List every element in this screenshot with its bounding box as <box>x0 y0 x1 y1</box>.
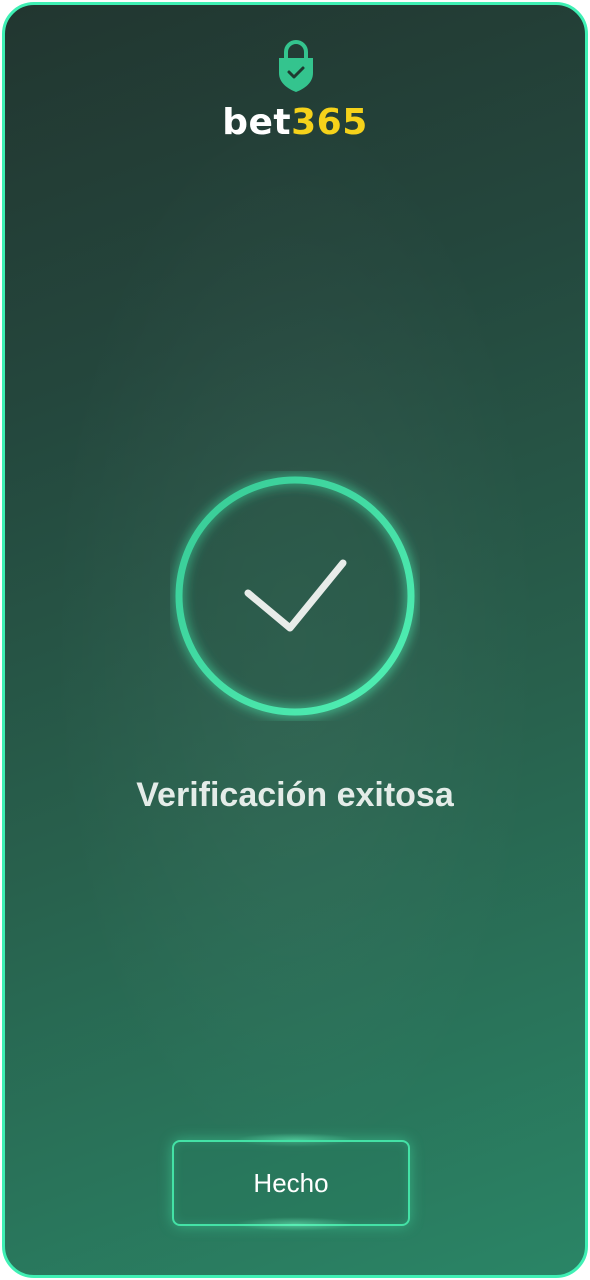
logo-text-main: bet <box>222 102 292 143</box>
verification-status-title: Verificación exitosa <box>136 776 454 814</box>
app-screen: bet365 Verificación exitosa Hecho <box>2 2 588 1278</box>
lock-check-icon <box>279 40 313 92</box>
checkmark-circle-icon <box>175 476 415 716</box>
logo-text-accent: 365 <box>291 102 368 143</box>
brand-logo: bet365 <box>5 101 585 145</box>
done-button[interactable]: Hecho <box>172 1140 410 1226</box>
